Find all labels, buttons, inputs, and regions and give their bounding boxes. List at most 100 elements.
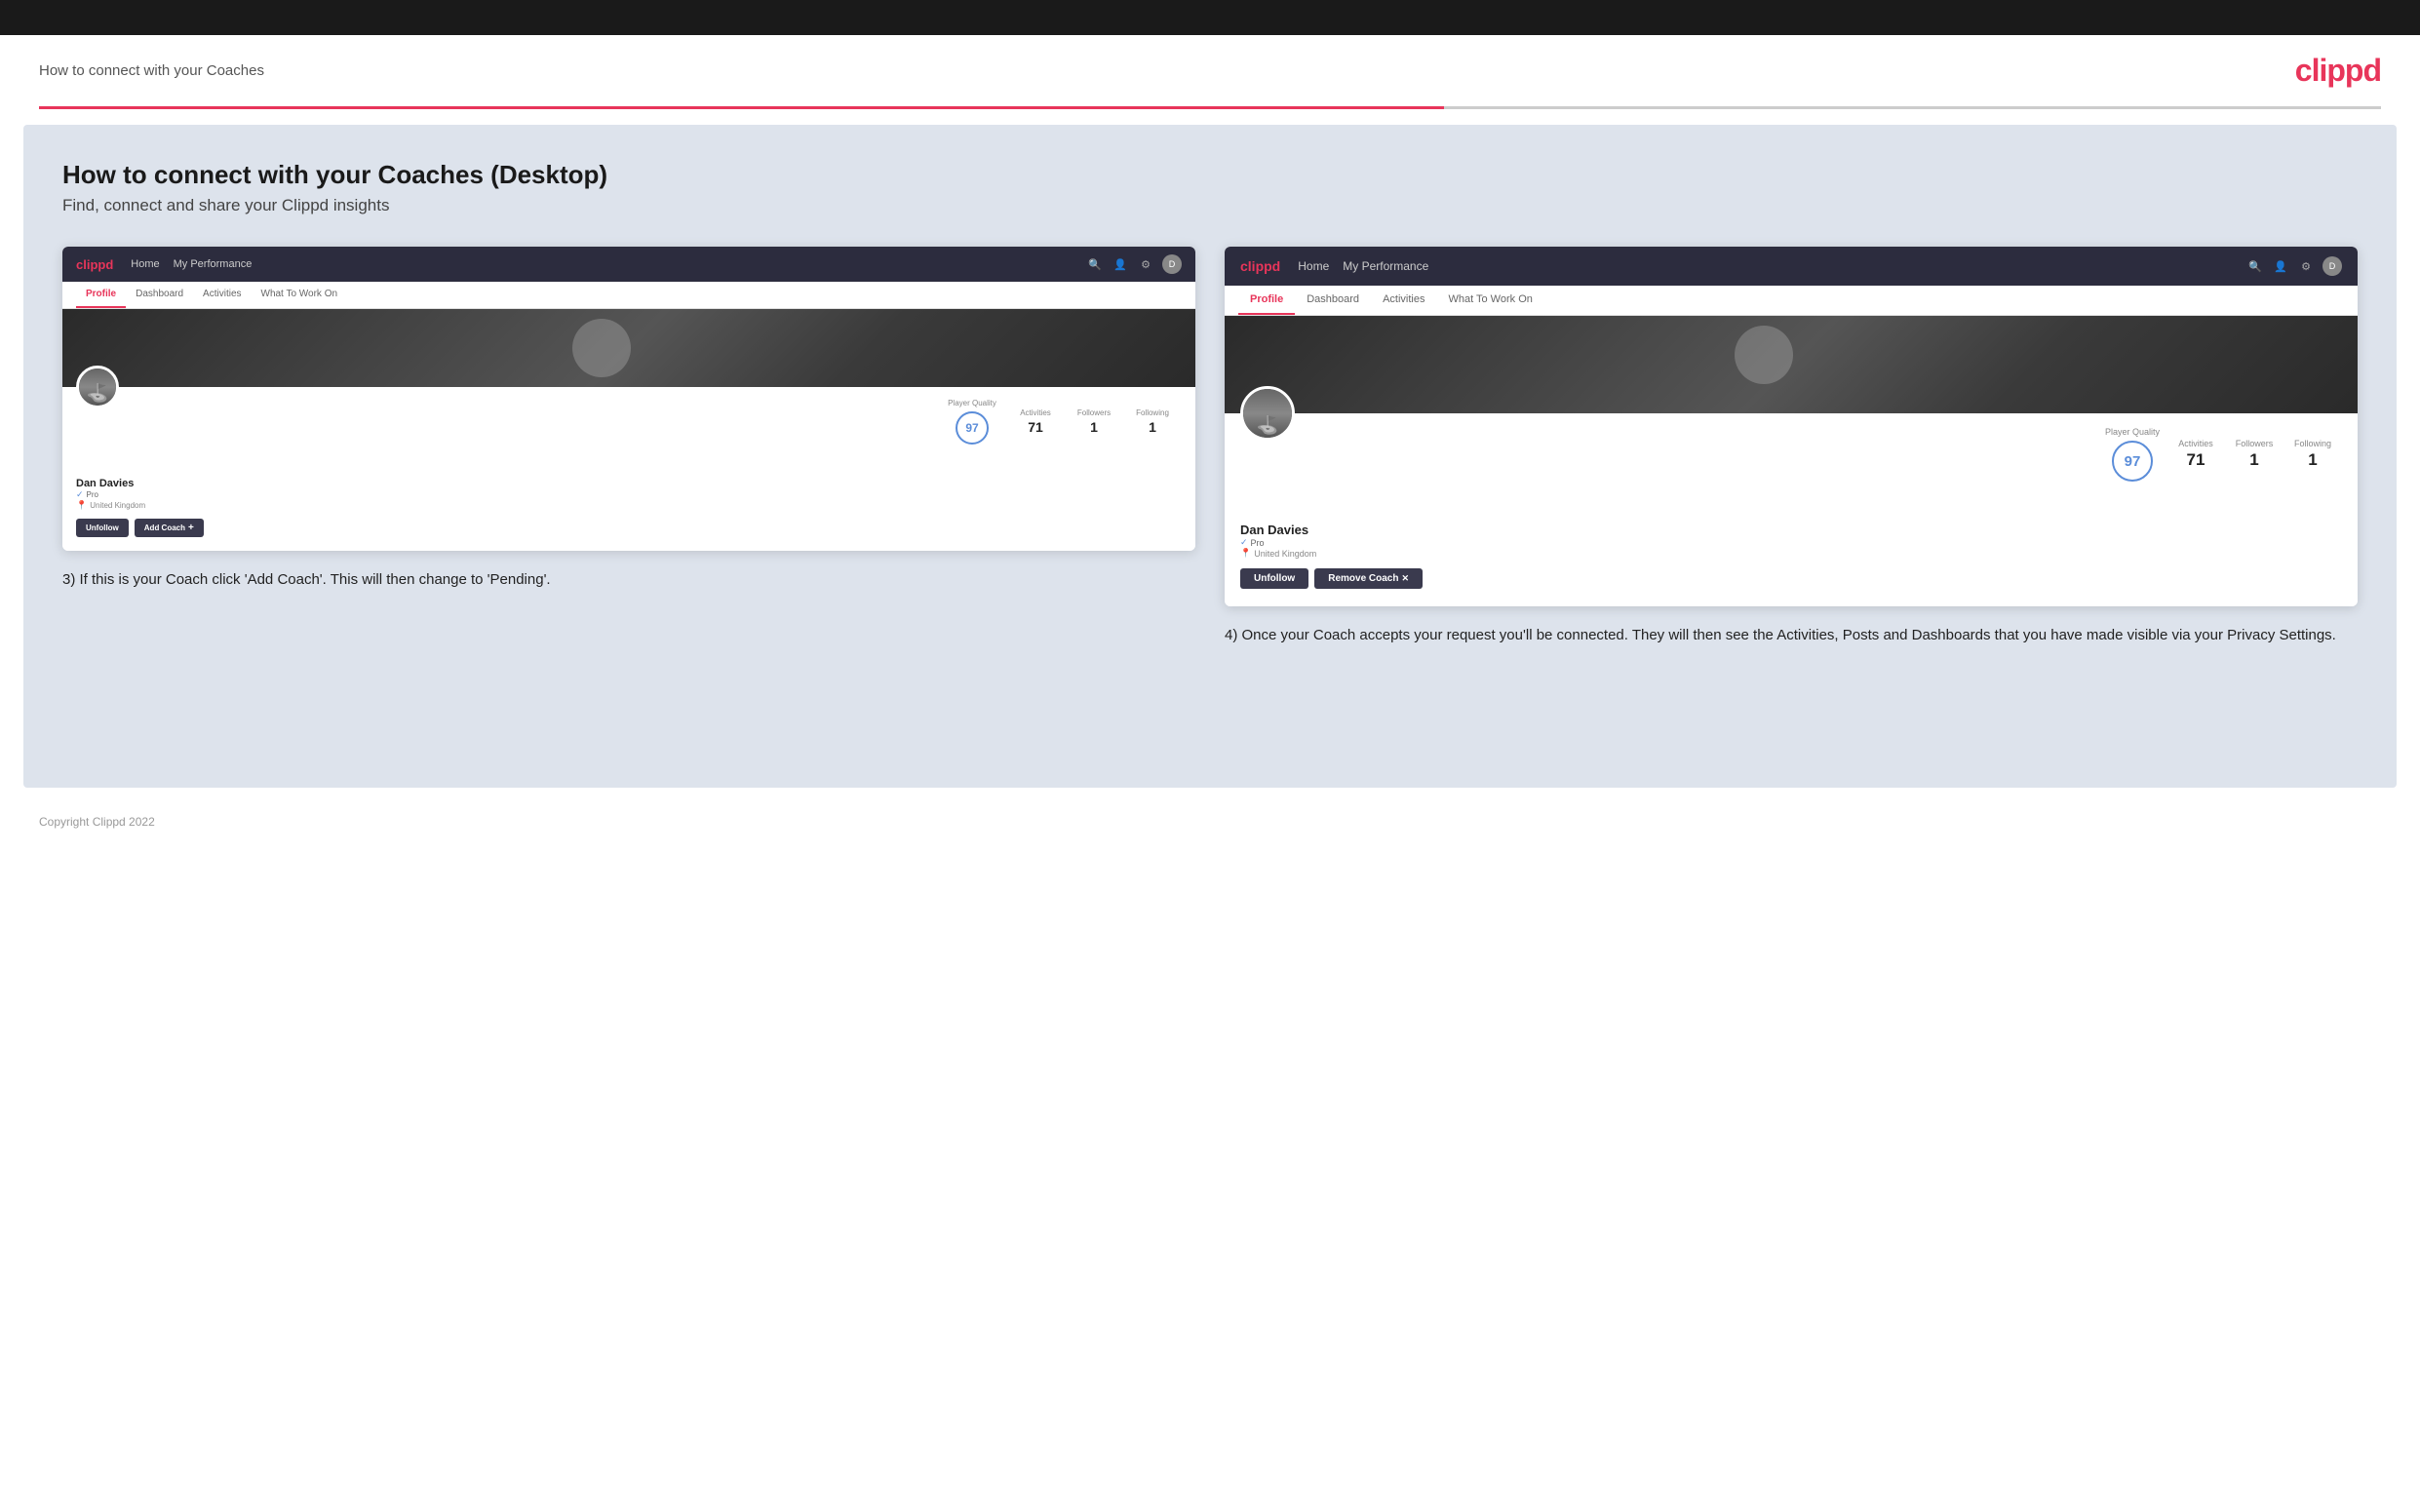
- right-mock-browser: clippd Home My Performance 🔍 👤 ⚙ D Profi…: [1225, 247, 2358, 606]
- right-activities-label: Activities: [2178, 439, 2213, 448]
- right-player-badge: ✓ Pro: [1240, 537, 2342, 548]
- right-mock-nav: clippd Home My Performance 🔍 👤 ⚙ D: [1225, 247, 2358, 286]
- left-add-icon: +: [188, 523, 194, 533]
- left-avatar: [76, 366, 119, 408]
- left-banner-image: [62, 309, 1195, 387]
- left-nav-links: Home My Performance: [131, 258, 1069, 270]
- right-location-icon: 📍: [1240, 548, 1251, 559]
- left-tab-activities[interactable]: Activities: [193, 282, 251, 308]
- right-remove-icon: ✕: [1401, 573, 1409, 584]
- right-remove-coach-button[interactable]: Remove Coach ✕: [1314, 568, 1423, 589]
- right-settings-icon[interactable]: ⚙: [2297, 257, 2315, 275]
- right-pro-icon: ✓: [1240, 537, 1248, 548]
- left-player-location: 📍 United Kingdom: [76, 500, 1182, 511]
- right-tab-dashboard[interactable]: Dashboard: [1295, 286, 1371, 315]
- left-location-icon: 📍: [76, 500, 87, 511]
- right-name-area: Dan Davies ✓ Pro 📍 United Kingdom: [1240, 491, 2342, 559]
- copyright-text: Copyright Clippd 2022: [39, 815, 155, 829]
- left-name-area: Dan Davies ✓ Pro 📍 United Kingdom: [76, 452, 1182, 511]
- right-tab-profile[interactable]: Profile: [1238, 286, 1295, 315]
- left-following-label: Following: [1136, 408, 1169, 417]
- left-action-buttons: Unfollow Add Coach +: [76, 519, 1182, 537]
- left-mock-nav: clippd Home My Performance 🔍 👤 ⚙ D: [62, 247, 1195, 282]
- right-player-quality-group: Player Quality 97: [2098, 427, 2166, 482]
- right-location-text: United Kingdom: [1254, 549, 1316, 559]
- right-avatar-icon[interactable]: D: [2322, 256, 2342, 276]
- left-activities-value: 71: [1028, 419, 1043, 435]
- right-pq-label: Player Quality: [2105, 427, 2160, 437]
- left-profile-section: Player Quality 97 Activities 71 Follower…: [62, 387, 1195, 551]
- left-activities-group: Activities 71: [1006, 408, 1065, 435]
- page-subheading: Find, connect and share your Clippd insi…: [62, 196, 2358, 215]
- header-divider: [39, 106, 2381, 109]
- left-activities-label: Activities: [1020, 408, 1051, 417]
- right-profile-section: Player Quality 97 Activities 71 Follower…: [1225, 413, 2358, 606]
- clippd-logo: clippd: [2295, 53, 2381, 89]
- right-tab-activities[interactable]: Activities: [1371, 286, 1436, 315]
- left-badge-text: Pro: [87, 490, 98, 499]
- left-tab-profile[interactable]: Profile: [76, 282, 126, 308]
- left-pq-circle: 97: [956, 411, 989, 445]
- top-bar: [0, 0, 2420, 35]
- right-mock-tabs: Profile Dashboard Activities What To Wor…: [1225, 286, 2358, 316]
- right-nav-icons: 🔍 👤 ⚙ D: [2246, 256, 2342, 276]
- left-mock-browser: clippd Home My Performance 🔍 👤 ⚙ D Profi…: [62, 247, 1195, 551]
- left-settings-icon[interactable]: ⚙: [1137, 255, 1154, 273]
- left-player-badge: ✓ Pro: [76, 489, 1182, 500]
- left-player-name: Dan Davies: [76, 478, 1182, 489]
- left-add-coach-button[interactable]: Add Coach +: [135, 519, 204, 537]
- left-tab-dashboard[interactable]: Dashboard: [126, 282, 193, 308]
- right-followers-group: Followers 1: [2225, 439, 2283, 470]
- right-search-icon[interactable]: 🔍: [2246, 257, 2264, 275]
- left-mock-tabs: Profile Dashboard Activities What To Wor…: [62, 282, 1195, 309]
- left-avatar-icon[interactable]: D: [1162, 254, 1182, 274]
- left-following-group: Following 1: [1123, 408, 1182, 435]
- left-caption: 3) If this is your Coach click 'Add Coac…: [62, 568, 1195, 591]
- right-tab-what-to-work-on[interactable]: What To Work On: [1436, 286, 1543, 315]
- right-nav-performance[interactable]: My Performance: [1343, 259, 1428, 273]
- right-avatar: [1240, 386, 1295, 441]
- right-activities-group: Activities 71: [2166, 439, 2225, 470]
- right-badge-text: Pro: [1251, 538, 1265, 548]
- right-following-label: Following: [2294, 439, 2331, 448]
- right-avatar-image: [1243, 389, 1292, 438]
- left-search-icon[interactable]: 🔍: [1086, 255, 1104, 273]
- right-user-icon[interactable]: 👤: [2272, 257, 2289, 275]
- left-following-value: 1: [1149, 419, 1156, 435]
- right-banner-image: [1225, 316, 2358, 413]
- left-tab-what-to-work-on[interactable]: What To Work On: [252, 282, 348, 308]
- right-screenshot-col: clippd Home My Performance 🔍 👤 ⚙ D Profi…: [1225, 247, 2358, 646]
- right-player-name: Dan Davies: [1240, 523, 2342, 537]
- right-nav-links: Home My Performance: [1298, 259, 2229, 273]
- left-followers-group: Followers 1: [1065, 408, 1123, 435]
- left-nav-home[interactable]: Home: [131, 258, 159, 270]
- left-nav-performance[interactable]: My Performance: [174, 258, 253, 270]
- right-followers-value: 1: [2249, 450, 2258, 470]
- left-pq-label: Player Quality: [948, 399, 996, 407]
- left-avatar-image: [79, 368, 116, 406]
- header: How to connect with your Coaches clippd: [0, 35, 2420, 106]
- right-mock-logo: clippd: [1240, 258, 1280, 274]
- left-nav-icons: 🔍 👤 ⚙ D: [1086, 254, 1182, 274]
- left-stats-row: Player Quality 97 Activities 71 Follower…: [76, 395, 1182, 452]
- left-unfollow-button[interactable]: Unfollow: [76, 519, 129, 537]
- right-nav-home[interactable]: Home: [1298, 259, 1329, 273]
- left-player-quality-group: Player Quality 97: [938, 399, 1006, 445]
- left-pro-icon: ✓: [76, 489, 84, 500]
- left-followers-value: 1: [1090, 419, 1098, 435]
- main-content: How to connect with your Coaches (Deskto…: [23, 125, 2397, 788]
- right-pq-circle: 97: [2112, 441, 2153, 482]
- left-location-text: United Kingdom: [90, 501, 145, 510]
- left-mock-banner: [62, 309, 1195, 387]
- page-title: How to connect with your Coaches: [39, 62, 264, 79]
- page-heading: How to connect with your Coaches (Deskto…: [62, 160, 2358, 190]
- left-user-icon[interactable]: 👤: [1112, 255, 1129, 273]
- right-following-value: 1: [2308, 450, 2317, 470]
- footer: Copyright Clippd 2022: [0, 803, 2420, 840]
- left-screenshot-col: clippd Home My Performance 🔍 👤 ⚙ D Profi…: [62, 247, 1195, 591]
- right-stats-row: Player Quality 97 Activities 71 Follower…: [1240, 423, 2342, 491]
- right-activities-value: 71: [2187, 450, 2205, 470]
- right-caption: 4) Once your Coach accepts your request …: [1225, 624, 2358, 646]
- right-unfollow-button[interactable]: Unfollow: [1240, 568, 1308, 589]
- left-followers-label: Followers: [1077, 408, 1111, 417]
